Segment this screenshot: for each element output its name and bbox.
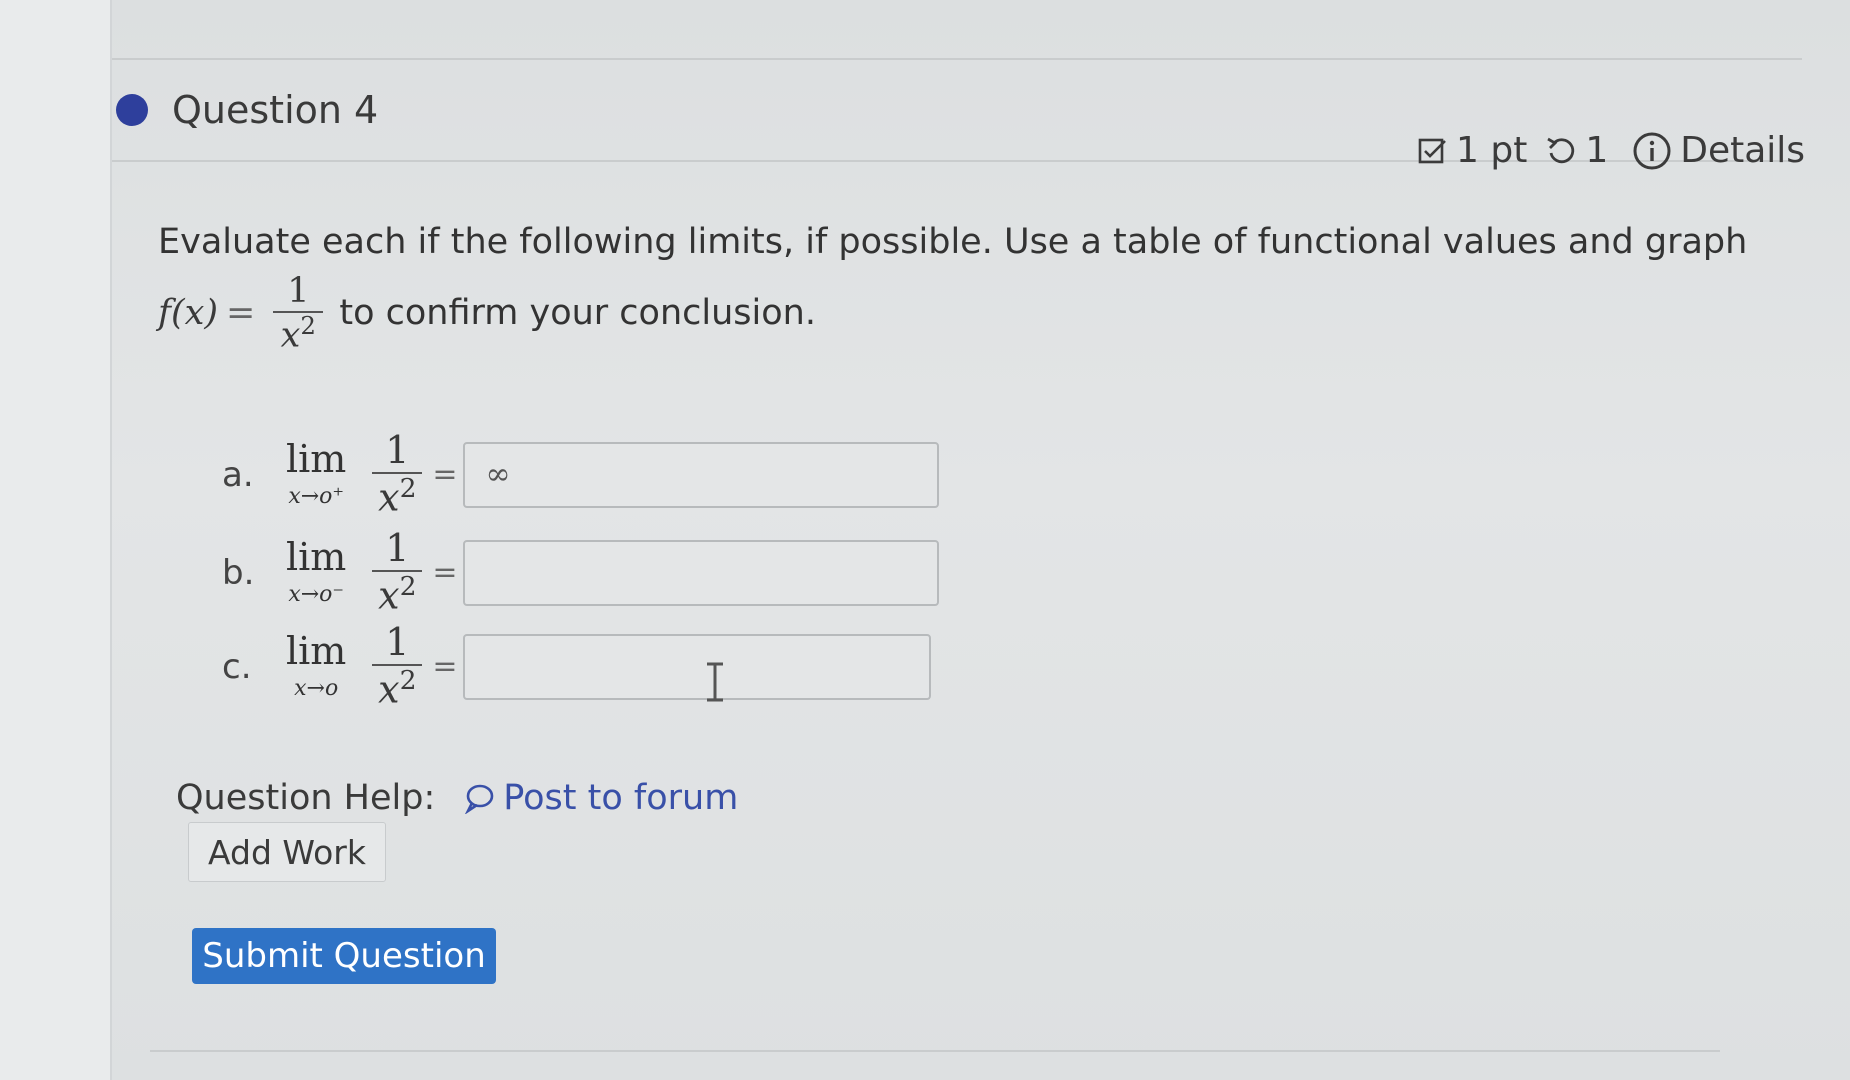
fraction-numerator: 1: [287, 271, 310, 311]
equals-sign: =: [432, 649, 458, 685]
points-group: 1 pt: [1418, 130, 1527, 171]
bottom-divider: [150, 1050, 1720, 1052]
question-help: Question Help: Post to forum: [176, 778, 738, 818]
part-letter: a.: [222, 454, 254, 495]
answer-input-b[interactable]: [463, 539, 940, 606]
details-label: Details: [1680, 130, 1806, 171]
part-letter: b.: [222, 552, 255, 593]
part-c: c. lim x→o 1 x2 =: [222, 621, 932, 711]
prompt-continuation: to confirm your conclusion.: [339, 293, 816, 334]
fraction-denominator: x2: [280, 310, 317, 356]
info-icon: [1633, 132, 1671, 169]
limit-fraction: 1 x2: [372, 429, 423, 519]
answer-input-c[interactable]: [463, 633, 932, 700]
part-a: a. lim x→o⁺ 1 x2 = ∞: [222, 429, 940, 519]
limit-fraction: 1 x2: [372, 527, 423, 617]
answer-input-a[interactable]: ∞: [463, 441, 940, 508]
question-help-label: Question Help:: [176, 778, 436, 818]
limit-operator: lim x→o⁺: [286, 437, 347, 510]
submit-question-button[interactable]: Submit Question: [192, 928, 496, 984]
function-name: f(x): [158, 293, 219, 334]
question-prompt: Evaluate each if the following limits, i…: [158, 222, 1748, 262]
limit-operator: lim x→o: [286, 629, 347, 702]
equals-sign: =: [432, 457, 458, 493]
details-toggle[interactable]: Details: [1632, 130, 1805, 171]
post-to-forum-link[interactable]: Post to forum: [463, 778, 738, 818]
limit-operator: lim x→o⁻: [286, 535, 347, 608]
equals-sign: =: [432, 555, 458, 591]
part-b: b. lim x→o⁻ 1 x2 =: [222, 527, 940, 617]
question-meta: 1 pt 1 Details: [1418, 130, 1805, 171]
points-label: 1 pt: [1456, 130, 1528, 171]
post-to-forum-label: Post to forum: [503, 778, 739, 818]
add-work-button[interactable]: Add Work: [188, 822, 386, 882]
checkbox-icon: [1418, 138, 1446, 163]
question-status-dot: [116, 94, 148, 126]
retry-icon: [1547, 137, 1575, 163]
top-divider: [112, 58, 1802, 60]
function-definition: f(x) = 1 x2 to confirm your conclusion.: [158, 272, 816, 355]
speech-bubble-icon: [465, 784, 494, 814]
text-cursor-icon: [707, 662, 723, 702]
equals-sign: =: [226, 293, 256, 334]
attempts-count: 1: [1585, 130, 1609, 171]
question-title: Question 4: [172, 88, 379, 132]
attempts-group: 1: [1545, 130, 1608, 171]
left-sidebar-strip: [0, 0, 112, 1080]
limit-fraction: 1 x2: [372, 621, 423, 711]
part-letter: c.: [222, 646, 252, 687]
function-fraction: 1 x2: [273, 271, 324, 356]
